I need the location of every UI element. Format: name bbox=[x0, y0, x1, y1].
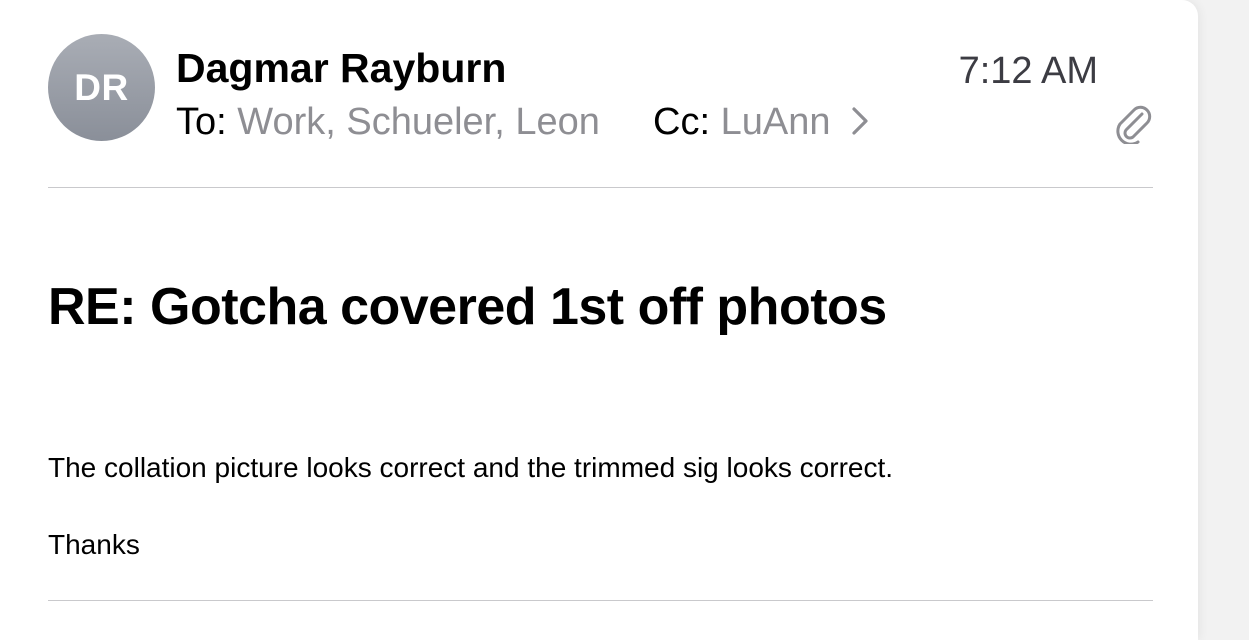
message-body-line: The collation picture looks correct and … bbox=[48, 452, 894, 483]
cc-recipients[interactable]: LuAnn bbox=[721, 101, 831, 143]
recipients-row[interactable]: To: Work, Schueler, Leon Cc: LuAnn bbox=[176, 98, 869, 146]
to-recipients[interactable]: Work, Schueler, Leon bbox=[237, 101, 600, 143]
message-subject: RE: Gotcha covered 1st off photos bbox=[48, 278, 887, 336]
message-body-line: Thanks bbox=[48, 529, 140, 560]
paperclip-icon[interactable] bbox=[1112, 100, 1152, 146]
avatar-initials: DR bbox=[74, 66, 129, 108]
header-divider bbox=[48, 187, 1153, 188]
sender-name[interactable]: Dagmar Rayburn bbox=[176, 44, 506, 92]
cc-label: Cc: bbox=[653, 101, 711, 143]
chevron-right-icon[interactable] bbox=[851, 98, 869, 146]
message-card: DR Dagmar Rayburn To: Work, Schueler, Le… bbox=[0, 0, 1198, 640]
to-label: To: bbox=[176, 101, 227, 143]
message-time: 7:12 AM bbox=[958, 50, 1098, 92]
footer-divider bbox=[48, 600, 1153, 601]
avatar[interactable]: DR bbox=[48, 34, 155, 141]
